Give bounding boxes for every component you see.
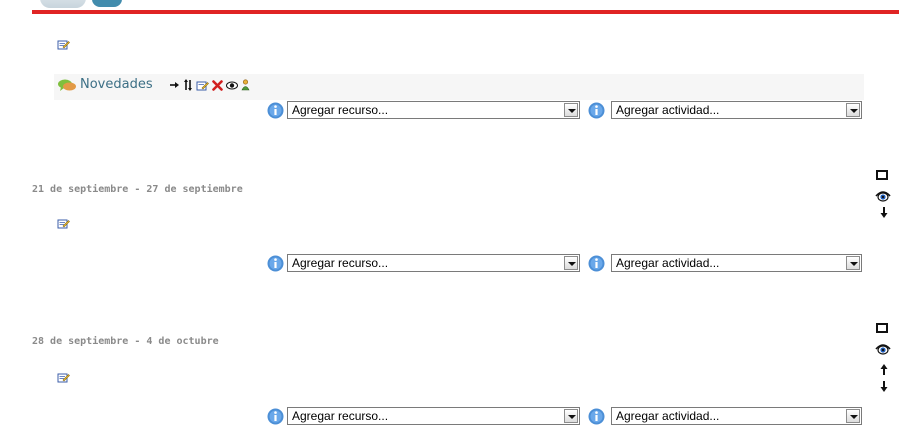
arrow-down-icon[interactable] [879, 381, 889, 392]
highlight-icon[interactable] [876, 170, 888, 180]
activity-tools [170, 78, 250, 92]
chevron-down-icon[interactable] [564, 103, 578, 117]
add-activity-select-value: Agregar actividad... [616, 409, 720, 423]
info-icon[interactable] [267, 408, 284, 425]
forum-icon [58, 79, 76, 91]
info-icon[interactable] [588, 102, 605, 119]
delete-icon[interactable] [212, 79, 223, 91]
chevron-down-icon[interactable] [846, 256, 860, 270]
add-resource-select-value: Agregar recurso... [292, 103, 389, 117]
arrow-up-icon[interactable] [879, 364, 889, 375]
add-resource-select[interactable]: Agregar recurso... [287, 101, 580, 119]
info-icon[interactable] [267, 255, 284, 272]
news-forum-link[interactable]: Novedades [80, 77, 153, 92]
add-resource-select[interactable]: Agregar recurso... [287, 254, 580, 272]
move-right-icon[interactable] [170, 80, 180, 90]
add-activity-select-value: Agregar actividad... [616, 103, 720, 117]
week-label: 21 de septiembre - 27 de septiembre [32, 184, 243, 195]
add-resource-select-value: Agregar recurso... [292, 256, 389, 270]
edit-summary-icon[interactable] [57, 218, 70, 229]
add-activity-select-value: Agregar actividad... [616, 256, 720, 270]
add-resource-select-value: Agregar recurso... [292, 409, 389, 423]
eye-icon[interactable] [875, 190, 891, 202]
add-activity-select[interactable]: Agregar actividad... [611, 101, 862, 119]
edit-icon[interactable] [196, 80, 209, 91]
hide-icon[interactable] [226, 81, 238, 90]
info-icon[interactable] [588, 255, 605, 272]
info-icon[interactable] [588, 408, 605, 425]
eye-icon[interactable] [875, 343, 891, 355]
logo-fragment [40, 0, 86, 8]
highlight-icon[interactable] [876, 323, 888, 333]
week-label: 28 de septiembre - 4 de octubre [32, 336, 219, 347]
header-divider [32, 10, 899, 14]
chevron-down-icon[interactable] [846, 103, 860, 117]
chevron-down-icon[interactable] [846, 409, 860, 423]
add-activity-select[interactable]: Agregar actividad... [611, 254, 862, 272]
chevron-down-icon[interactable] [564, 409, 578, 423]
course-title-fragment [92, 0, 122, 7]
edit-summary-icon[interactable] [57, 39, 70, 50]
arrow-down-icon[interactable] [879, 207, 889, 218]
move-updown-icon[interactable] [183, 79, 193, 91]
info-icon[interactable] [267, 102, 284, 119]
add-activity-select[interactable]: Agregar actividad... [611, 407, 862, 425]
add-resource-select[interactable]: Agregar recurso... [287, 407, 580, 425]
chevron-down-icon[interactable] [564, 256, 578, 270]
header-strip [0, 0, 899, 10]
roles-icon[interactable] [241, 79, 250, 91]
edit-summary-icon[interactable] [57, 372, 70, 383]
